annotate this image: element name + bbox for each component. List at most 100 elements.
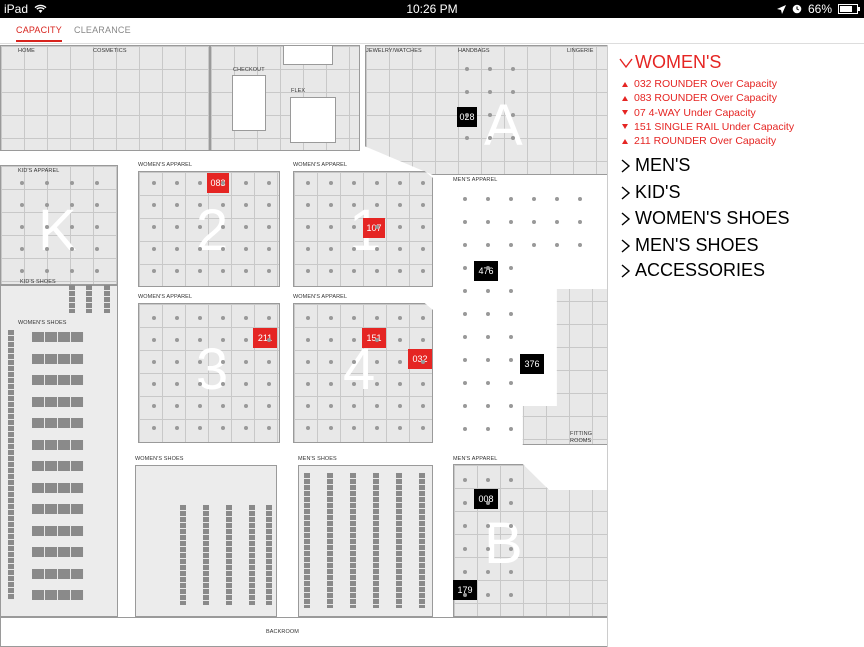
category-sidebar: WOMEN'S 032 ROUNDER Over Capacity 083 ROU… bbox=[609, 45, 864, 647]
fixture-dot bbox=[267, 404, 271, 408]
fixture-dot bbox=[175, 382, 179, 386]
category-item[interactable]: MEN'S bbox=[619, 155, 690, 176]
fixture-dot bbox=[488, 90, 492, 94]
fixture-dot bbox=[463, 289, 467, 293]
shoe-rack bbox=[32, 487, 84, 493]
fixture-dot bbox=[244, 181, 248, 185]
fixture-dot bbox=[421, 269, 425, 273]
label-mens-shoes: MEN'S SHOES bbox=[298, 456, 337, 462]
fixture-dot bbox=[152, 404, 156, 408]
fixture-dot bbox=[352, 203, 356, 207]
fixture-028[interactable]: 028 bbox=[457, 107, 477, 127]
fixture-179[interactable]: 179 bbox=[453, 580, 477, 600]
fixture-dot bbox=[486, 478, 490, 482]
fixture-dot bbox=[267, 247, 271, 251]
fixture-008[interactable]: 008 bbox=[474, 489, 498, 509]
fixture-dot bbox=[511, 67, 515, 71]
chevron-right-icon bbox=[621, 185, 631, 200]
fixture-dot bbox=[398, 360, 402, 364]
fixture-dot bbox=[152, 247, 156, 251]
fixture-dot bbox=[20, 247, 24, 251]
shoe-rack bbox=[32, 573, 84, 579]
fixture-dot bbox=[244, 269, 248, 273]
fixture-dot bbox=[45, 247, 49, 251]
fixture-dot bbox=[221, 382, 225, 386]
fixture-376[interactable]: 376 bbox=[520, 354, 544, 374]
category-item[interactable]: WOMEN'S SHOES bbox=[619, 208, 789, 229]
fixture-dot bbox=[463, 312, 467, 316]
checkout-counter[interactable] bbox=[232, 75, 266, 131]
tab-clearance[interactable]: CLEARANCE bbox=[74, 25, 131, 35]
fixture-dot bbox=[486, 593, 490, 597]
fixture-dot bbox=[398, 338, 402, 342]
flex-area[interactable] bbox=[290, 97, 336, 143]
shoe-shelf bbox=[69, 285, 75, 313]
shoe-rack bbox=[32, 552, 84, 557]
fixture-dot bbox=[555, 243, 559, 247]
fixture-dot bbox=[509, 381, 513, 385]
fixture-dot bbox=[511, 113, 515, 117]
category-item[interactable]: MEN'S SHOES bbox=[619, 235, 758, 256]
fixture-211[interactable]: 211 bbox=[253, 328, 277, 348]
shoe-shelf bbox=[419, 473, 425, 608]
fixture-dot bbox=[329, 426, 333, 430]
category-womens[interactable]: WOMEN'S bbox=[619, 52, 721, 73]
fixture-dot bbox=[329, 404, 333, 408]
fixture-151[interactable]: 151 bbox=[362, 328, 386, 348]
fixture-dot bbox=[175, 225, 179, 229]
fixture-083[interactable]: 083 bbox=[207, 173, 229, 193]
fixture-dot bbox=[486, 427, 490, 431]
fixture-107[interactable]: 107 bbox=[363, 218, 385, 238]
label-womens-apparel-3: WOMEN'S APPAREL bbox=[138, 294, 193, 300]
capacity-alert-text: 032 ROUNDER Over Capacity bbox=[634, 78, 777, 90]
fixture-dot bbox=[509, 335, 513, 339]
fixture-dot bbox=[578, 197, 582, 201]
zone-home-cosmetics[interactable] bbox=[0, 45, 210, 151]
fixture-dot bbox=[421, 338, 425, 342]
fixture-dot bbox=[511, 90, 515, 94]
fixture-dot bbox=[175, 360, 179, 364]
tab-capacity[interactable]: CAPACITY bbox=[16, 25, 62, 42]
fixture-dot bbox=[509, 593, 513, 597]
category-label: MEN'S bbox=[635, 155, 691, 175]
fixture-dot bbox=[152, 426, 156, 430]
fixture-dot bbox=[329, 338, 333, 342]
capacity-alert-item[interactable]: 032 ROUNDER Over Capacity bbox=[622, 78, 777, 90]
fixture-dot bbox=[306, 360, 310, 364]
capacity-alert-item[interactable]: 151 SINGLE RAIL Under Capacity bbox=[622, 121, 794, 133]
zone-f[interactable] bbox=[453, 185, 607, 445]
backroom[interactable] bbox=[0, 617, 607, 647]
zone-label-f: F bbox=[482, 275, 518, 340]
chevron-down-icon bbox=[619, 58, 633, 68]
category-item[interactable]: KID'S bbox=[619, 182, 680, 203]
label-mens-apparel-f: MEN'S APPAREL bbox=[453, 177, 498, 183]
category-label: MEN'S SHOES bbox=[635, 235, 759, 255]
capacity-alert-item[interactable]: 211 ROUNDER Over Capacity bbox=[622, 135, 776, 147]
fixture-dot bbox=[198, 426, 202, 430]
fixture-dot bbox=[306, 338, 310, 342]
fixture-dot bbox=[509, 289, 513, 293]
fixture-dot bbox=[198, 360, 202, 364]
zone-mens-shoes[interactable] bbox=[298, 465, 433, 617]
fixture-dot bbox=[175, 338, 179, 342]
label-mens-apparel-b: MEN'S APPAREL bbox=[453, 456, 498, 462]
fixture-dot bbox=[329, 225, 333, 229]
fixture-dot bbox=[95, 203, 99, 207]
shoe-shelf-left bbox=[8, 330, 14, 600]
fixture-dot bbox=[175, 247, 179, 251]
fixture-dot bbox=[329, 360, 333, 364]
fixture-dot bbox=[306, 203, 310, 207]
fixture-dot bbox=[244, 316, 248, 320]
fixture-dot bbox=[175, 316, 179, 320]
fixture-dot bbox=[175, 404, 179, 408]
fixture-032[interactable]: 032 bbox=[408, 349, 432, 369]
fixture-dot bbox=[375, 181, 379, 185]
capacity-alert-item[interactable]: 083 ROUNDER Over Capacity bbox=[622, 92, 777, 104]
fixture-dot bbox=[375, 426, 379, 430]
fixture-476[interactable]: 476 bbox=[474, 261, 498, 281]
fixture-dot bbox=[463, 427, 467, 431]
capacity-alert-item[interactable]: 07 4-WAY Under Capacity bbox=[622, 107, 756, 119]
category-item[interactable]: ACCESSORIES bbox=[619, 260, 765, 281]
fixture-dot bbox=[375, 203, 379, 207]
fixture-dot bbox=[352, 360, 356, 364]
